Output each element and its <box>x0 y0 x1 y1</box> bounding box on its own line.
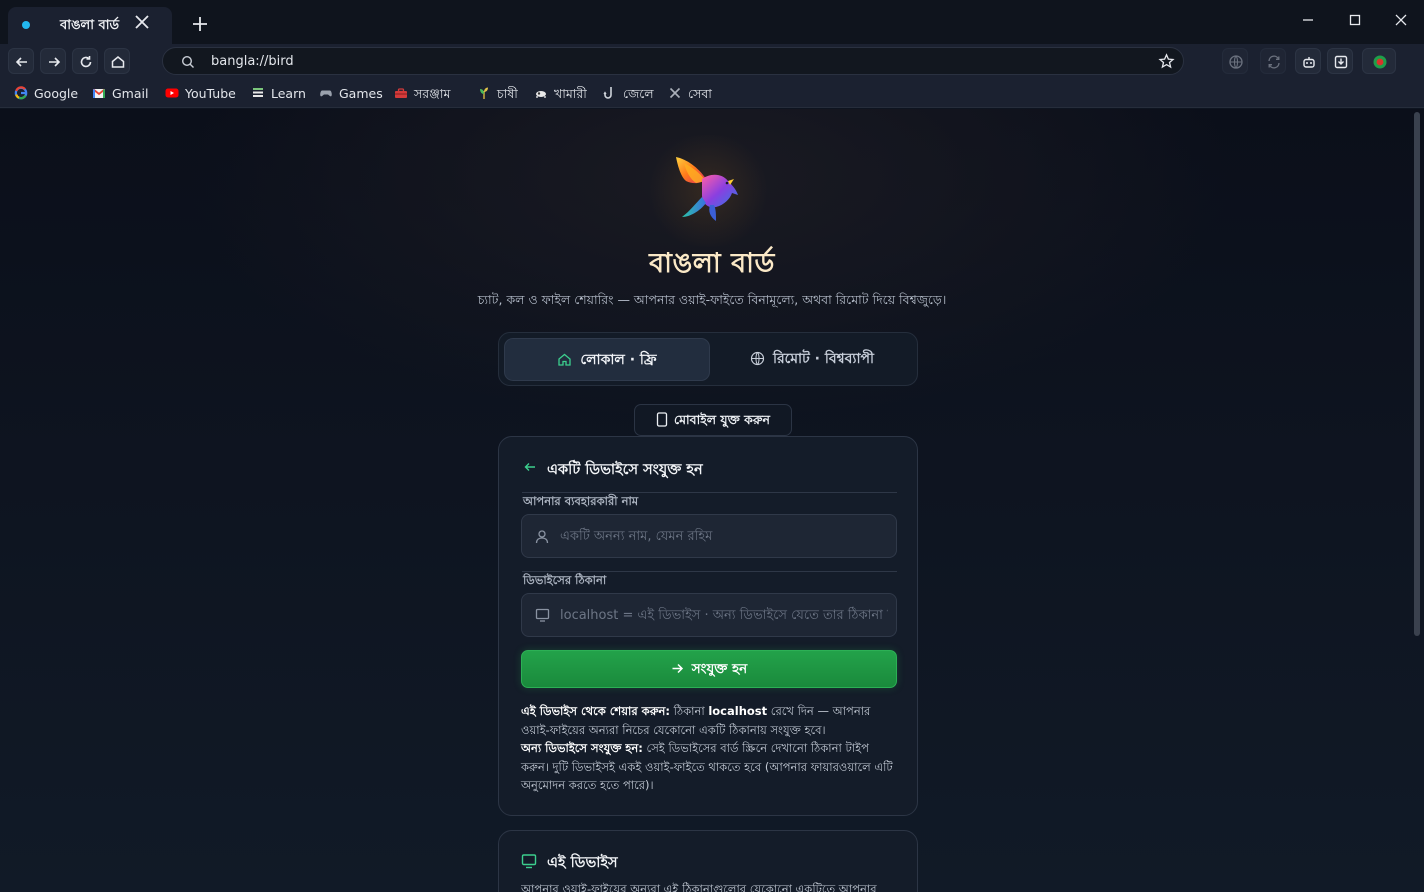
address-input[interactable] <box>560 594 888 636</box>
mobile-phone-icon <box>656 412 668 427</box>
bookmark-youtube[interactable]: YouTube <box>165 86 236 104</box>
toolbox-icon <box>395 88 407 98</box>
download-icon <box>1334 55 1348 69</box>
page-scrollbar[interactable] <box>1414 112 1420 636</box>
address-field[interactable] <box>521 593 897 637</box>
mode-switch: লোকাল · ফ্রি রিমোট · বিশ্বব্যাপী <box>498 332 918 386</box>
browser-toolbar: bangla://bird <box>0 44 1424 80</box>
youtube-icon <box>165 88 179 98</box>
sync-button[interactable] <box>1260 48 1286 74</box>
plant-icon <box>480 87 488 99</box>
gmail-icon <box>92 88 106 98</box>
home-button[interactable] <box>104 48 130 74</box>
bookmark-google[interactable]: Google <box>14 86 78 104</box>
bird-logo-icon <box>676 157 738 221</box>
new-tab-icon[interactable] <box>190 14 210 34</box>
tab-close-icon[interactable] <box>132 12 152 32</box>
bookmark-tools[interactable]: সরঞ্জাম <box>394 86 450 104</box>
monitor-icon <box>535 608 550 622</box>
assistant-button[interactable] <box>1295 48 1321 74</box>
cow-icon <box>536 91 546 98</box>
learn-icon <box>253 88 263 97</box>
add-mobile-button[interactable]: মোবাইল যুক্ত করুন <box>634 404 792 436</box>
help-share-title: এই ডিভাইস থেকে শেয়ার করুন: <box>521 704 670 718</box>
this-device-card: এই ডিভাইস আপনার ওয়াই-ফাইয়ের অন্যরা এই … <box>498 830 918 892</box>
globe-icon <box>1229 55 1243 69</box>
downloads-button[interactable] <box>1327 48 1353 74</box>
address-label: ডিভাইসের ঠিকানা <box>523 573 607 587</box>
maximize-icon[interactable] <box>1344 12 1366 30</box>
this-device-description: আপনার ওয়াই-ফাইয়ের অন্যরা এই ঠিকানাগুলো… <box>521 882 877 892</box>
bookmark-gmail[interactable]: Gmail <box>92 86 148 104</box>
fishing-hook-icon <box>603 87 612 99</box>
reload-button[interactable] <box>72 48 98 74</box>
back-button[interactable] <box>8 48 34 74</box>
bookmarks-bar: Google Gmail YouTube Learn Games সরঞ্জাম… <box>0 80 1424 182</box>
tab-remote[interactable]: রিমোট · বিশ্বব্যাপী <box>709 338 915 381</box>
connect-card: একটি ডিভাইসে সংযুক্ত হন আপনার ব্যবহারকার… <box>498 436 918 816</box>
profile-avatar-icon <box>1373 55 1387 69</box>
bookmark-learn[interactable]: Learn <box>251 86 306 104</box>
sync-icon <box>1268 55 1280 69</box>
globe-icon <box>750 351 765 366</box>
forward-button[interactable] <box>40 48 66 74</box>
bookmark-star-icon[interactable] <box>1158 53 1175 70</box>
robot-icon <box>1303 57 1315 68</box>
window-close-icon[interactable] <box>1390 12 1412 30</box>
gamepad-icon <box>320 90 332 97</box>
minimize-icon[interactable] <box>1297 12 1319 30</box>
username-field[interactable] <box>521 514 897 558</box>
back-arrow-icon[interactable] <box>523 460 537 474</box>
help-text: এই ডিভাইস থেকে শেয়ার করুন: ঠিকানা local… <box>521 704 893 793</box>
url-text: bangla://bird <box>211 54 294 69</box>
username-label: আপনার ব্যবহারকারী নাম <box>523 494 639 508</box>
this-device-title: এই ডিভাইস <box>547 855 618 871</box>
arrow-left-icon <box>15 57 27 67</box>
connect-button[interactable]: সংযুক্ত হন <box>521 650 897 688</box>
tab-title: বাঙলা বার্ড <box>60 18 120 33</box>
app-subtitle: চ্যাট, কল ও ফাইল শেয়ারিং — আপনার ওয়াই-… <box>477 292 947 307</box>
bookmark-livestock[interactable]: খামারী <box>534 86 587 104</box>
tab-favicon-icon <box>22 21 30 29</box>
app-title: বাঙলা বার্ড <box>649 248 775 279</box>
profile-button[interactable] <box>1362 48 1396 74</box>
reload-icon <box>80 56 92 68</box>
bookmark-service[interactable]: সেবা <box>668 86 712 104</box>
bookmark-farmer[interactable]: চাষী <box>477 86 518 104</box>
username-input[interactable] <box>560 515 888 557</box>
help-other-title: অন্য ডিভাইসে সংযুক্ত হন: <box>521 741 643 756</box>
bookmark-fisher[interactable]: জেলে <box>603 86 654 104</box>
translate-button[interactable] <box>1222 48 1248 74</box>
arrow-right-icon <box>672 663 683 674</box>
address-bar[interactable]: bangla://bird <box>162 47 1184 75</box>
tab-local[interactable]: লোকাল · ফ্রি <box>504 338 710 381</box>
browser-tab[interactable]: বাঙলা বার্ড <box>8 7 172 44</box>
google-icon <box>14 86 28 100</box>
bookmark-games[interactable]: Games <box>319 86 383 104</box>
arrow-right-icon <box>49 57 61 67</box>
home-icon <box>111 56 125 68</box>
user-icon <box>535 530 549 544</box>
title-bar: বাঙলা বার্ড <box>0 0 1424 44</box>
localhost-keyword: localhost <box>708 704 768 718</box>
home-icon <box>558 353 572 366</box>
search-icon <box>181 55 194 68</box>
tools-icon <box>669 87 681 99</box>
monitor-icon <box>521 854 537 869</box>
page-content: বাঙলা বার্ড চ্যাট, কল ও ফাইল শেয়ারিং — … <box>0 109 1424 892</box>
connect-card-title: একটি ডিভাইসে সংযুক্ত হন <box>547 462 703 478</box>
